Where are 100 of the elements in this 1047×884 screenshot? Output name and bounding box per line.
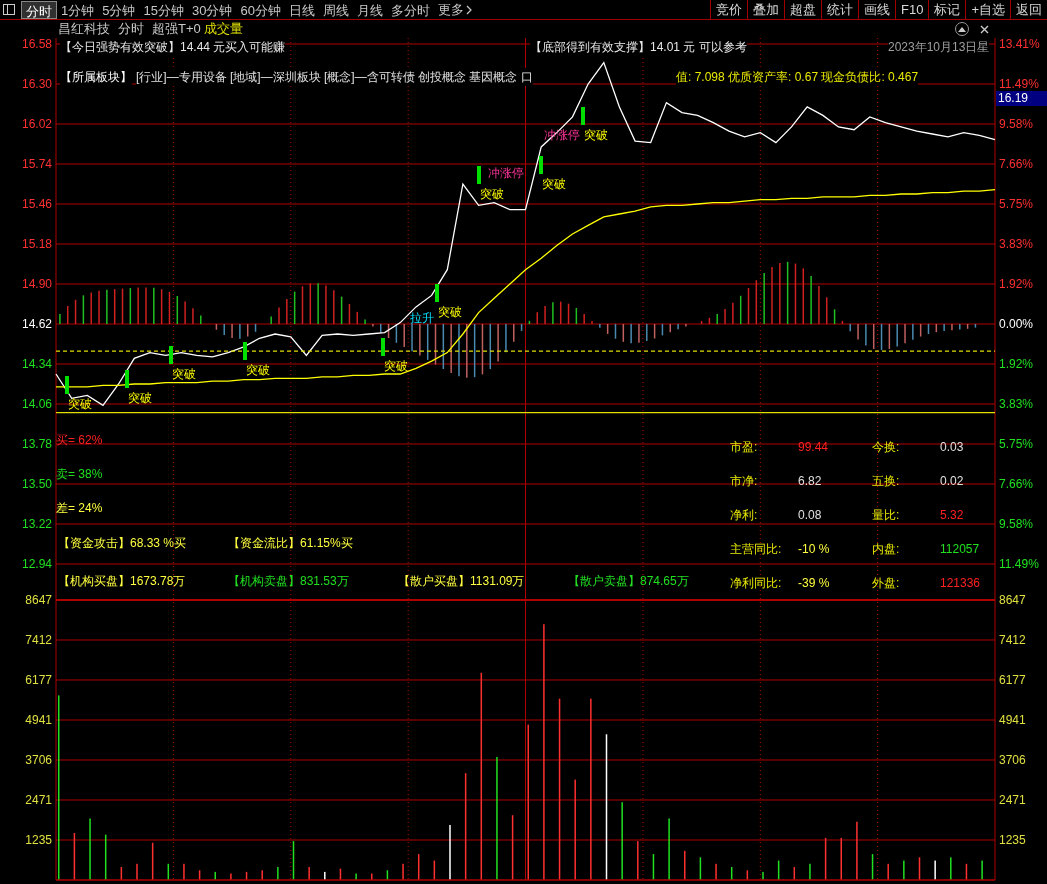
volume-axis-label: 6177 (999, 673, 1026, 687)
ratio-text: 差= 24% (56, 500, 103, 517)
toolbar-button[interactable]: 叠加 (747, 0, 784, 20)
price-tag: 16.19 (996, 91, 1047, 106)
y-axis-label: 2471 (25, 793, 52, 807)
percent-axis-label: 11.49% (999, 557, 1039, 571)
y-axis-label: 15.18 (21, 237, 52, 251)
stat-value: -10 % (798, 540, 830, 558)
indicator-label: 成交量 (203, 20, 243, 39)
toolbar-button[interactable]: F10 (895, 0, 929, 20)
stat-value: 5.32 (940, 506, 964, 524)
volume-bar (198, 870, 201, 880)
volume-bar (339, 868, 342, 880)
percent-axis-label: 1.92% (999, 277, 1034, 291)
percent-axis-label: 1.92% (999, 357, 1034, 371)
toolbar-button[interactable]: 竞价 (710, 0, 747, 20)
stat-label: 量比: (872, 506, 901, 524)
percent-axis-label: 5.75% (999, 197, 1034, 211)
fund-label: 【资金流比】 (228, 535, 300, 552)
toolbar-button[interactable]: 超盘 (784, 0, 821, 20)
stat-label: 外盘: (872, 574, 901, 592)
volume-bar (871, 854, 874, 880)
period-tab[interactable]: 日线 (284, 0, 319, 19)
date-text: 2023年10月13日星 (888, 38, 990, 56)
y-axis-label: 8647 (25, 593, 52, 607)
fund-label: 【机构买盘】 (58, 573, 130, 590)
y-axis-label: 3706 (25, 753, 52, 767)
y-axis-label: 14.90 (21, 277, 52, 291)
fund-label: 【散户买盘】 (398, 573, 470, 590)
toolbar-button[interactable]: 统计 (821, 0, 858, 20)
stat-value: 0.02 (940, 472, 964, 490)
period-tab[interactable]: 1分钟 (57, 0, 99, 19)
stat-value: 0.08 (798, 506, 822, 524)
volume-bar (511, 815, 514, 880)
y-axis-label: 1235 (25, 833, 52, 847)
stat-label: 净利: (730, 506, 759, 524)
percent-axis-label: 5.75% (999, 437, 1034, 451)
toolbar-button[interactable]: 返回 (1010, 0, 1047, 20)
volume-bar (386, 870, 389, 880)
y-axis-label: 14.34 (21, 357, 52, 371)
signal-marker: 冲涨停 (488, 166, 524, 180)
stat-value: -39 % (798, 574, 830, 592)
percent-axis-label: 9.58% (999, 517, 1034, 531)
percent-axis-label: 11.49% (999, 77, 1039, 91)
period-tab[interactable]: 周线 (318, 0, 353, 19)
stat-label: 净利同比: (730, 574, 783, 592)
volume-bar (652, 854, 655, 880)
signal-marker: 冲涨停 (544, 128, 580, 142)
stat-value: 121336 (940, 574, 981, 592)
stat-value: 6.82 (798, 472, 822, 490)
volume-bar (746, 870, 749, 880)
toolbar-button[interactable]: 画线 (858, 0, 895, 20)
period-tab[interactable]: 分时 (21, 0, 57, 19)
finance-text: 值: 7.098 优质资产率: 0.67 现金负债比: 0.467 (676, 68, 919, 86)
y-axis-label: 14.62 (21, 317, 52, 331)
period-tab[interactable]: 15分钟 (139, 0, 188, 19)
title-text: 分时 (118, 20, 144, 39)
percent-axis-label: 0.00% (999, 317, 1034, 331)
fund-value: 61.15%买 (300, 535, 353, 552)
period-tab[interactable]: 月线 (352, 0, 387, 19)
y-axis-label: 6177 (25, 673, 52, 687)
signal-text: 【底部得到有效支撑】14.01 元 可以参考 (530, 38, 747, 56)
fund-label: 【机构卖盘】 (228, 573, 300, 590)
stat-label: 市盈: (730, 438, 759, 456)
y-axis-label: 4941 (25, 713, 52, 727)
fund-value: 874.65万 (640, 573, 689, 590)
y-axis-label: 13.22 (21, 517, 52, 531)
volume-axis-label: 3706 (999, 753, 1026, 767)
fund-label: 【散户卖盘】 (568, 573, 640, 590)
volume-axis-label: 1235 (999, 833, 1026, 847)
percent-axis-label: 13.41% (999, 38, 1040, 51)
period-tab[interactable]: 多分时 (386, 0, 434, 19)
toolbar-button[interactable]: 标记 (928, 0, 966, 20)
y-axis-label: 16.02 (21, 117, 52, 131)
more-button[interactable]: 更多 (433, 0, 477, 19)
period-tab[interactable]: 30分钟 (187, 0, 237, 19)
signal-text: 【今日强势有效突破】14.44 元买入可能赚 (60, 38, 286, 56)
stat-label: 市净: (730, 472, 759, 490)
toolbar-button[interactable]: +自选 (965, 0, 1010, 20)
volume-bar (167, 863, 170, 880)
fund-value: 831.53万 (300, 573, 349, 590)
volume-bar (965, 863, 968, 880)
period-tab[interactable]: 5分钟 (98, 0, 140, 19)
sector-label: 【所属板块】 (60, 68, 132, 86)
period-tab[interactable]: 60分钟 (236, 0, 285, 19)
volume-bar (292, 841, 295, 880)
volume-axis-label: 8647 (999, 593, 1026, 607)
y-axis-label: 15.46 (21, 197, 52, 211)
volume-bar (730, 867, 733, 880)
stat-value: 0.03 (940, 438, 964, 456)
volume-bar (73, 833, 76, 880)
title-text: 超强T+0 (152, 20, 201, 39)
y-axis-label: 12.94 (21, 557, 52, 571)
volume-bar (918, 857, 921, 880)
fund-value: 1131.09万 (470, 573, 525, 590)
y-axis-label: 13.78 (21, 437, 52, 451)
stat-label: 五换: (872, 472, 901, 490)
sector-text: [行业]—专用设备 [地域]—深圳板块 [概念]—含可转债 创投概念 基因概念 口 (136, 68, 533, 86)
panel-icon[interactable] (3, 4, 15, 15)
signal-marker: 拉升 (410, 311, 434, 325)
